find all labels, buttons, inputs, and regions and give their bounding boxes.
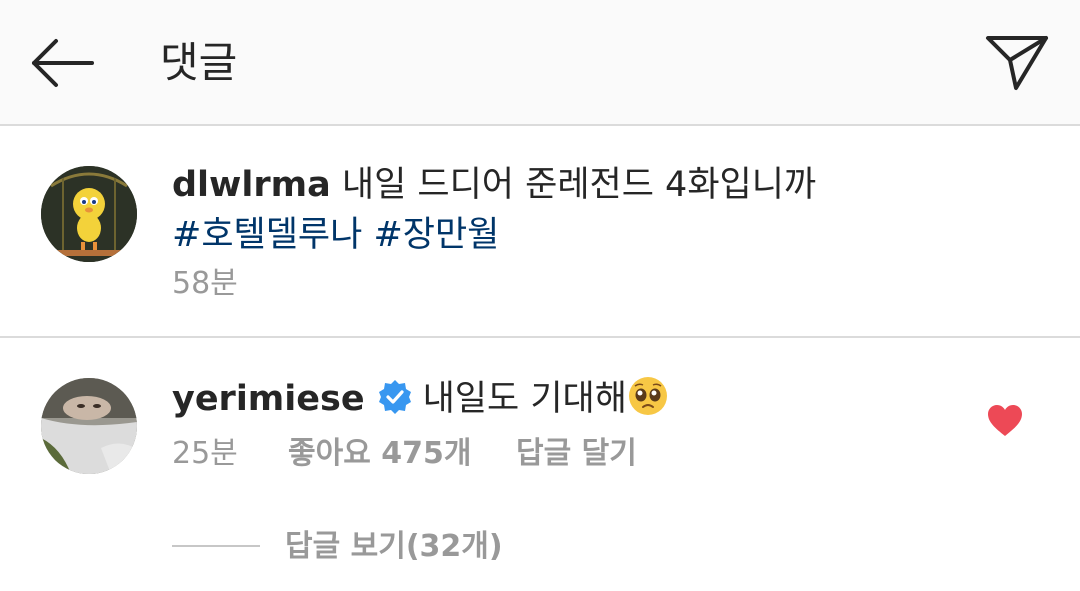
share-button[interactable]: [982, 30, 1052, 94]
comment-timestamp: 25분: [172, 436, 238, 471]
caption-text: 내일 드디어 준레전드 4화입니까: [341, 165, 817, 205]
comment-body: yerimiese 내일도 기대해: [172, 374, 669, 424]
verified-badge-icon: [377, 379, 413, 415]
comment-likes-count[interactable]: 좋아요 475개: [288, 434, 471, 474]
post-author-username[interactable]: dlwlrma: [172, 165, 331, 205]
view-replies-button[interactable]: 답글 보기(32개): [285, 527, 503, 567]
section-divider: [0, 336, 1080, 338]
caption-hashtags[interactable]: #호텔델루나 #장만월: [172, 215, 499, 255]
page-title: 댓글: [160, 38, 238, 87]
post-caption: dlwlrma 내일 드디어 준레전드 4화입니까 #호텔델루나 #장만월: [172, 160, 1032, 260]
post-timestamp: 58분: [172, 266, 238, 301]
arrow-left-icon: [32, 39, 94, 87]
post-author-avatar[interactable]: [41, 166, 137, 262]
like-comment-button[interactable]: [987, 404, 1023, 438]
replies-divider-line: [172, 545, 260, 547]
commenter-avatar[interactable]: [41, 378, 137, 474]
comment-text: 내일도 기대해: [422, 379, 627, 419]
reply-button[interactable]: 답글 달기: [516, 434, 637, 474]
header-bar: 댓글: [0, 0, 1080, 126]
pleading-face-emoji: [627, 375, 669, 417]
commenter-username[interactable]: yerimiese: [172, 379, 365, 419]
paper-plane-icon: [986, 36, 1048, 90]
heart-filled-icon: [988, 405, 1022, 436]
back-button[interactable]: [28, 34, 98, 92]
